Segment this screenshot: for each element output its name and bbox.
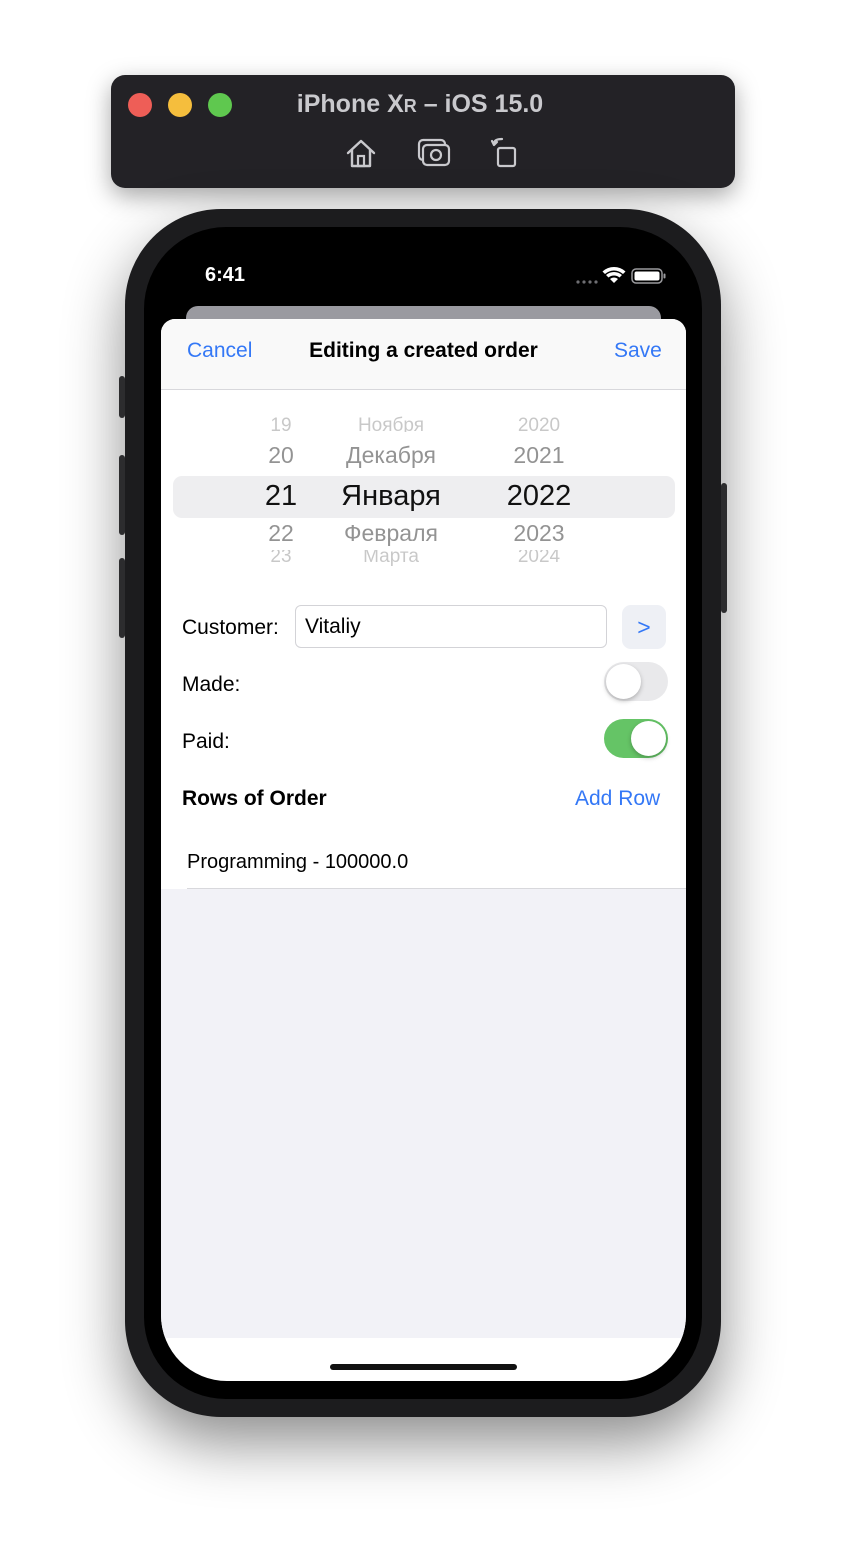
rotate-icon[interactable] <box>488 136 522 170</box>
screenshot-icon[interactable] <box>417 136 451 170</box>
simulator-title: iPhone XR – iOS 15.0 <box>296 90 544 118</box>
picker-month-option[interactable]: Февраля <box>331 520 451 547</box>
customer-label: Customer: <box>182 616 279 639</box>
toggle-knob <box>606 664 641 699</box>
picker-day-option[interactable]: 23 <box>251 550 311 568</box>
picker-year-option[interactable]: 2020 <box>481 414 597 432</box>
minimize-window-button[interactable] <box>168 93 192 117</box>
status-time: 6:41 <box>205 264 246 286</box>
zoom-window-button[interactable] <box>208 93 232 117</box>
close-window-button[interactable] <box>128 93 152 117</box>
order-row-item[interactable]: Programming - 100000.0 <box>187 839 686 889</box>
select-customer-button[interactable]: > <box>622 605 666 649</box>
paid-toggle[interactable] <box>604 719 668 758</box>
picker-month-option[interactable]: Ноября <box>331 414 451 432</box>
picker-month-option[interactable]: Марта <box>331 550 451 568</box>
device-screen: 6:41 Editing a created order Cancel Save… <box>161 244 686 1381</box>
picker-year-option[interactable]: 2023 <box>481 520 597 547</box>
picker-day-option[interactable]: 20 <box>251 442 311 469</box>
save-button[interactable]: Save <box>614 339 662 363</box>
add-row-button[interactable]: Add Row <box>575 787 660 811</box>
paid-label: Paid: <box>182 730 230 753</box>
battery-icon <box>631 268 666 284</box>
volume-up-button <box>119 455 125 535</box>
wifi-icon <box>602 267 626 283</box>
home-indicator[interactable] <box>330 1364 517 1370</box>
picker-month-selected[interactable]: Января <box>331 480 451 513</box>
volume-down-button <box>119 558 125 638</box>
rows-section-title: Rows of Order <box>182 787 327 810</box>
made-toggle[interactable] <box>604 662 668 701</box>
picker-year-selected[interactable]: 2022 <box>481 480 597 513</box>
side-button <box>721 483 727 613</box>
picker-year-option[interactable]: 2021 <box>481 442 597 469</box>
mute-switch <box>119 376 125 418</box>
picker-day-option[interactable]: 22 <box>251 520 311 547</box>
picker-month-option[interactable]: Декабря <box>331 442 451 469</box>
toggle-knob <box>631 721 666 756</box>
empty-table-area <box>161 889 686 1338</box>
date-picker[interactable]: 19 20 21 22 23 Ноября Декабря Января Фев… <box>161 414 686 574</box>
status-icons <box>576 267 666 284</box>
navigation-bar: Editing a created order Cancel Save <box>161 319 686 390</box>
made-label: Made: <box>182 673 241 696</box>
home-icon[interactable] <box>344 136 378 170</box>
picker-day-option[interactable]: 19 <box>251 414 311 432</box>
picker-year-option[interactable]: 2024 <box>481 550 597 568</box>
picker-day-selected[interactable]: 21 <box>251 480 311 513</box>
edit-order-sheet: Editing a created order Cancel Save 19 2… <box>161 319 686 1381</box>
cancel-button[interactable]: Cancel <box>187 339 252 363</box>
customer-field[interactable]: Vitaliy <box>295 605 607 648</box>
cellular-icon <box>576 280 598 284</box>
